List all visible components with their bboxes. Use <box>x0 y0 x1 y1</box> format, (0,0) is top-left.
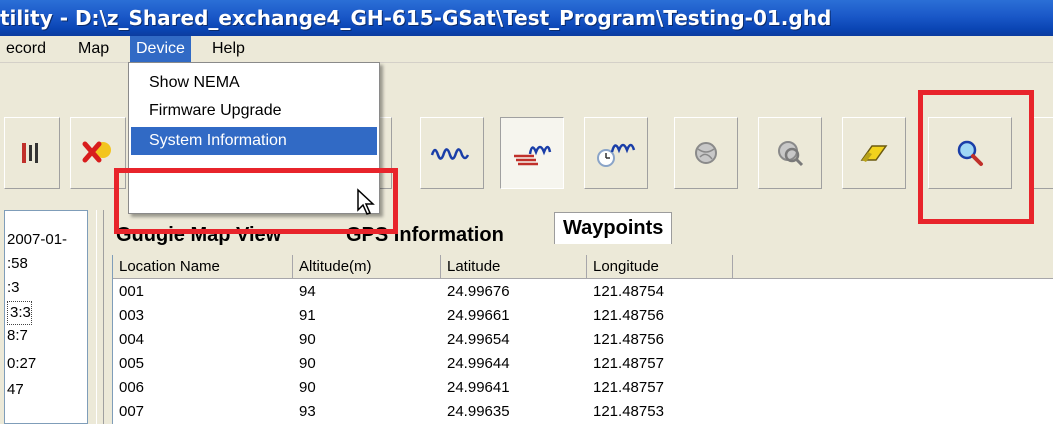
column-header-empty <box>733 255 1053 279</box>
menu-map[interactable]: Map <box>72 36 115 62</box>
annotation-box-search-button <box>918 90 1034 224</box>
column-header-longitude[interactable]: Longitude <box>587 255 733 279</box>
table-row[interactable]: 005 90 24.99644 121.48757 <box>113 353 1053 375</box>
track-upload-icon <box>514 145 552 166</box>
waypoints-table: Location Name Altitude(m) Latitude Longi… <box>112 255 1053 424</box>
cell-altitude: 90 <box>299 355 316 372</box>
menu-device[interactable]: Device <box>130 36 191 62</box>
menu-system-information[interactable]: System Information <box>131 127 377 155</box>
table-row[interactable]: 004 90 24.99654 121.48756 <box>113 329 1053 351</box>
cell-altitude: 94 <box>299 283 316 300</box>
menu-show-nema[interactable]: Show NEMA <box>131 69 377 97</box>
cell-location-name: 005 <box>119 355 145 372</box>
toolbar-button-track-upload[interactable] <box>500 117 564 189</box>
track-list-panel[interactable]: 2007-01- :58 :3 3:3 8:7 0:27 47 <box>4 210 88 424</box>
globe-icon <box>695 142 717 164</box>
list-item[interactable]: 2007-01- <box>5 229 67 251</box>
toolbar-button-track-clock[interactable] <box>584 117 648 189</box>
cell-altitude: 91 <box>299 307 316 324</box>
cell-latitude: 24.99654 <box>447 331 510 348</box>
panel-splitter[interactable] <box>96 210 104 424</box>
toolbar-button-track[interactable] <box>4 117 60 189</box>
table-row[interactable]: 006 90 24.99641 121.48757 <box>113 377 1053 399</box>
track-clock-icon <box>597 143 636 167</box>
table-row[interactable]: 001 94 24.99676 121.48754 <box>113 281 1053 303</box>
cell-location-name: 007 <box>119 403 145 420</box>
title-bar[interactable]: tility - D:\z_Shared_exchange4_GH-615-GS… <box>0 0 1053 36</box>
cell-altitude: 90 <box>299 379 316 396</box>
column-header-altitude[interactable]: Altitude(m) <box>293 255 441 279</box>
cell-latitude: 24.99644 <box>447 355 510 372</box>
window-title: tility - D:\z_Shared_exchange4_GH-615-GS… <box>0 6 832 30</box>
list-item[interactable]: :3 <box>5 277 20 299</box>
delete-icon <box>82 141 111 163</box>
cell-location-name: 004 <box>119 331 145 348</box>
tab-waypoints[interactable]: Waypoints <box>554 212 673 244</box>
cell-location-name: 001 <box>119 283 145 300</box>
list-item[interactable]: 47 <box>5 379 24 401</box>
column-header-location-name[interactable]: Location Name <box>113 255 293 279</box>
toolbar-button-globe-search[interactable] <box>758 117 822 189</box>
cell-location-name: 006 <box>119 379 145 396</box>
list-item[interactable]: 0:27 <box>5 353 36 375</box>
waveform-icon <box>430 148 470 160</box>
application-window: tility - D:\z_Shared_exchange4_GH-615-GS… <box>0 0 1053 424</box>
menu-firmware-upgrade[interactable]: Firmware Upgrade <box>131 97 377 125</box>
table-header: Location Name Altitude(m) Latitude Longi… <box>113 255 1053 279</box>
cell-location-name: 003 <box>119 307 145 324</box>
cell-latitude: 24.99676 <box>447 283 510 300</box>
table-row[interactable]: 007 93 24.99635 121.48753 <box>113 401 1053 423</box>
menu-bar: ecord Map Device Help <box>0 36 1053 63</box>
cell-latitude: 24.99661 <box>447 307 510 324</box>
track-bars-icon <box>22 143 38 163</box>
cell-altitude: 93 <box>299 403 316 420</box>
menu-help[interactable]: Help <box>206 36 251 62</box>
toolbar-button-globe[interactable] <box>674 117 738 189</box>
cell-longitude: 121.48756 <box>593 307 664 324</box>
cell-longitude: 121.48757 <box>593 355 664 372</box>
list-item[interactable]: 3:3 <box>7 301 32 325</box>
eraser-icon <box>860 145 888 162</box>
cell-longitude: 121.48756 <box>593 331 664 348</box>
cell-latitude: 24.99641 <box>447 379 510 396</box>
mouse-cursor-icon <box>357 188 375 215</box>
globe-search-icon <box>778 141 804 167</box>
toolbar-button-waveform[interactable] <box>420 117 484 189</box>
table-row[interactable]: 003 91 24.99661 121.48756 <box>113 305 1053 327</box>
toolbar-button-eraser[interactable] <box>842 117 906 189</box>
cell-altitude: 90 <box>299 331 316 348</box>
column-header-latitude[interactable]: Latitude <box>441 255 587 279</box>
cell-longitude: 121.48753 <box>593 403 664 420</box>
list-item[interactable]: 8:7 <box>5 325 28 347</box>
cell-latitude: 24.99635 <box>447 403 510 420</box>
list-item[interactable]: :58 <box>5 253 28 275</box>
menu-record[interactable]: ecord <box>0 36 52 62</box>
cell-longitude: 121.48757 <box>593 379 664 396</box>
cell-longitude: 121.48754 <box>593 283 664 300</box>
